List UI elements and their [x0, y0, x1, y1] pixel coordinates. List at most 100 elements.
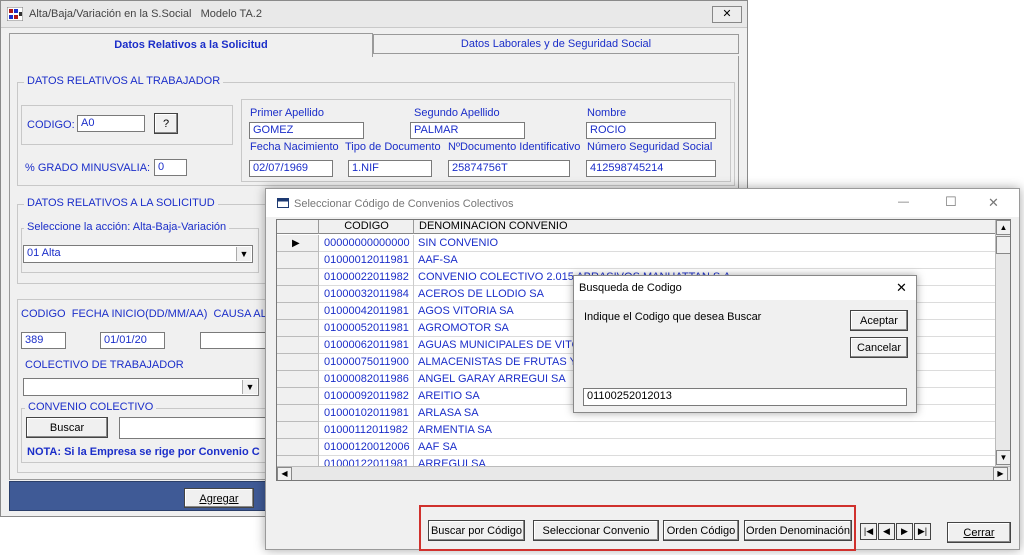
segundo-apellido-field[interactable]: PALMAR	[410, 122, 525, 139]
close-icon[interactable]: ✕	[988, 195, 999, 211]
close-icon[interactable]: ✕	[896, 280, 907, 296]
accion-select-value: 01 Alta	[27, 247, 61, 259]
last-record-icon[interactable]: ▶|	[914, 523, 931, 540]
first-record-icon[interactable]: |◀	[860, 523, 877, 540]
orden-codigo-button[interactable]: Orden Código	[663, 520, 739, 541]
row-indicator	[277, 320, 319, 337]
nss-field[interactable]: 412598745214	[586, 160, 716, 177]
next-record-icon[interactable]: ▶	[896, 523, 913, 540]
colectivo-select[interactable]: ▼	[23, 378, 259, 396]
grid-header-codigo[interactable]: CODIGO	[320, 220, 414, 234]
tab-label: Datos Relativos a la Solicitud	[114, 39, 268, 51]
row-indicator	[277, 354, 319, 371]
trabajador-legend: DATOS RELATIVOS AL TRABAJADOR	[24, 75, 224, 87]
minusvalia-field[interactable]: 0	[154, 159, 187, 176]
codigo-field[interactable]: A0	[77, 115, 145, 132]
prev-record-icon[interactable]: ◀	[878, 523, 895, 540]
convenio-field[interactable]	[119, 417, 271, 439]
scroll-down-icon[interactable]: ▼	[996, 450, 1010, 465]
dialog-title: Seleccionar Código de Convenios Colectiv…	[294, 198, 514, 210]
scroll-left-icon[interactable]: ◀	[277, 467, 292, 480]
row-code: 01000092011982	[320, 388, 414, 405]
scroll-right-icon[interactable]: ▶	[993, 467, 1008, 480]
dialog-title-bar[interactable]: Seleccionar Código de Convenios Colectiv…	[266, 189, 1019, 217]
row-name: ARMENTIA SA	[418, 424, 492, 436]
alta-causa-field[interactable]	[200, 332, 270, 349]
window-icon	[277, 198, 289, 208]
chevron-down-icon[interactable]: ▼	[236, 247, 251, 261]
minimize-icon[interactable]: —	[898, 196, 909, 208]
row-code: 01000062011981	[320, 337, 414, 354]
segundo-apellido-label: Segundo Apellido	[414, 107, 500, 119]
accion-select[interactable]: 01 Alta ▼	[23, 245, 253, 263]
num-documento-field[interactable]: 25874756T	[448, 160, 570, 177]
row-indicator	[277, 405, 319, 422]
aceptar-button[interactable]: Aceptar	[850, 310, 908, 331]
nss-label: Número Seguridad Social	[587, 141, 713, 153]
table-row[interactable]: 01000012011981 AAF-SA	[277, 252, 995, 269]
record-navigator: |◀ ◀ ▶ ▶|	[860, 523, 936, 540]
row-indicator-icon: ▶	[277, 235, 319, 252]
nombre-label: Nombre	[587, 107, 627, 119]
row-name: AAF SA	[418, 441, 458, 453]
orden-denominacion-button[interactable]: Orden Denominación	[744, 520, 852, 541]
agregar-button[interactable]: Agregar	[184, 488, 254, 508]
horizontal-scrollbar[interactable]: ◀ ▶	[277, 466, 1010, 480]
vertical-scrollbar[interactable]: ▲ ▼	[995, 220, 1010, 466]
tipo-documento-label: Tipo de Documento	[345, 141, 441, 153]
buscar-por-codigo-button[interactable]: Buscar por Código	[428, 520, 525, 541]
table-row[interactable]: 01000120012006 AAF SA	[277, 439, 995, 456]
alta-fecha-field[interactable]: 01/01/20	[100, 332, 165, 349]
row-name: SIN CONVENIO	[418, 237, 499, 249]
table-row[interactable]: ▶ 00000000000000 SIN CONVENIO	[277, 235, 995, 252]
solicitud-legend: DATOS RELATIVOS A LA SOLICITUD	[24, 197, 218, 209]
convenio-legend: CONVENIO COLECTIVO	[25, 401, 157, 413]
row-code: 01000075011900	[320, 354, 414, 371]
row-code: 01000102011981	[320, 405, 414, 422]
tab-datos-laborales[interactable]: Datos Laborales y de Seguridad Social	[373, 34, 739, 54]
tab-label: Datos Laborales y de Seguridad Social	[460, 38, 652, 50]
popup-title-bar[interactable]: Busqueda de Codigo ✕	[574, 276, 916, 300]
row-code: 01000022011982	[320, 269, 414, 286]
row-indicator	[277, 388, 319, 405]
row-code: 01000082011986	[320, 371, 414, 388]
row-indicator	[277, 337, 319, 354]
fecha-nacimiento-field[interactable]: 02/07/1969	[249, 160, 333, 177]
scroll-thumb[interactable]	[996, 236, 1010, 254]
row-code: 01000112011982	[320, 422, 414, 439]
minusvalia-label: % GRADO MINUSVALIA:	[25, 162, 151, 174]
row-indicator	[277, 303, 319, 320]
buscar-convenio-button[interactable]: Buscar	[26, 417, 108, 438]
row-code: 01000032011984	[320, 286, 414, 303]
cancelar-button[interactable]: Cancelar	[850, 337, 908, 358]
colectivo-label: COLECTIVO DE TRABAJADOR	[25, 359, 184, 371]
search-code-input[interactable]: 01100252012013	[583, 388, 907, 406]
codigo-help-button[interactable]: ?	[154, 113, 178, 134]
tab-datos-solicitud[interactable]: Datos Relativos a la Solicitud	[9, 33, 373, 57]
nombre-field[interactable]: ROCIO	[586, 122, 716, 139]
row-code: 01000012011981	[320, 252, 414, 269]
maximize-icon[interactable]: ☐	[945, 194, 957, 210]
main-close-button[interactable]: ✕	[712, 6, 742, 23]
main-window-title: Alta/Baja/Variación en la S.Social Model…	[29, 8, 262, 20]
codigo-label: CODIGO:	[27, 119, 75, 131]
main-title-bar[interactable]: Alta/Baja/Variación en la S.Social Model…	[1, 1, 747, 28]
fecha-nacimiento-label: Fecha Nacimiento	[250, 141, 339, 153]
row-indicator	[277, 286, 319, 303]
grid-header-denominacion[interactable]: DENOMINACION CONVENIO	[419, 220, 568, 233]
row-code: 01000120012006	[320, 439, 414, 456]
chevron-down-icon[interactable]: ▼	[242, 380, 257, 394]
scroll-up-icon[interactable]: ▲	[996, 220, 1010, 235]
num-documento-label: NºDocumento Identificativo	[448, 141, 581, 153]
alta-codigo-field[interactable]: 389	[21, 332, 66, 349]
primer-apellido-field[interactable]: GOMEZ	[249, 122, 364, 139]
table-row[interactable]: 01000112011982 ARMENTIA SA	[277, 422, 995, 439]
tipo-documento-field[interactable]: 1.NIF	[348, 160, 432, 177]
close-icon: ✕	[722, 8, 732, 20]
busqueda-popup: Busqueda de Codigo ✕ Indique el Codigo q…	[573, 275, 917, 413]
seleccionar-convenio-button[interactable]: Seleccionar Convenio	[533, 520, 659, 541]
accion-legend: Seleccione la acción: Alta-Baja-Variació…	[24, 221, 230, 233]
popup-title: Busqueda de Codigo	[579, 282, 682, 294]
cerrar-label: Cerrar	[963, 527, 995, 539]
cerrar-button[interactable]: Cerrar	[947, 522, 1011, 543]
